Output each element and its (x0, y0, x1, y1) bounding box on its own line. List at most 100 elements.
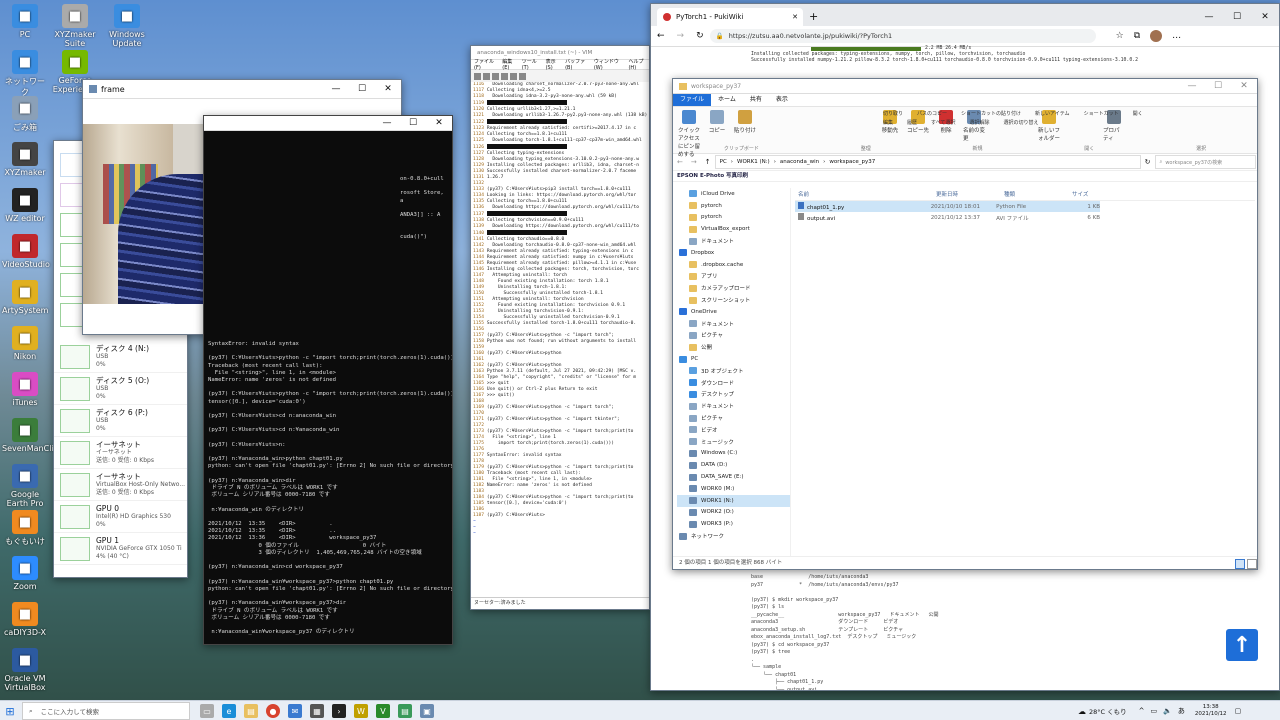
find-icon[interactable] (519, 72, 526, 80)
chrome-icon[interactable]: ● (266, 704, 280, 718)
frame-app-icon[interactable]: ▣ (420, 704, 434, 718)
performance-item[interactable]: ディスク 4 (N:) USB 0% (54, 341, 187, 373)
close-button[interactable]: ✕ (1231, 81, 1257, 91)
nav-item[interactable]: OneDrive (677, 306, 790, 318)
desktop-icon[interactable]: ■ XYZmaker (2, 142, 48, 177)
details-view-icon[interactable] (1235, 559, 1245, 569)
vim-menu-item[interactable]: 表示(S) (546, 58, 561, 71)
file-explorer-icon[interactable]: ▤ (244, 704, 258, 718)
performance-item[interactable]: GPU 0 Intel(R) HD Graphics 530 0% (54, 501, 187, 533)
refresh-icon[interactable]: ↻ (1145, 158, 1151, 166)
maximize-button[interactable]: ☐ (1205, 81, 1231, 91)
reload-icon[interactable]: ↻ (696, 31, 704, 41)
nav-item[interactable]: スクリーンショット (677, 294, 790, 306)
nav-item[interactable]: カメラアップロード (677, 282, 790, 294)
nav-item[interactable]: DATA_SAVE (E:) (677, 471, 790, 483)
frame-titlebar[interactable]: frame — ☐ ✕ (83, 80, 401, 99)
close-button[interactable]: ✕ (1251, 12, 1279, 22)
column-header[interactable]: サイズ (1069, 190, 1112, 198)
up-icon[interactable]: ↑ (705, 158, 711, 166)
nav-item[interactable]: ネットワーク (677, 530, 790, 542)
cmd-titlebar[interactable]: — ☐ ✕ (204, 116, 452, 131)
ribbon-small-button[interactable]: 開く (1133, 110, 1143, 117)
save-icon[interactable] (483, 72, 490, 80)
desktop-icon[interactable]: ■ ごみ箱 (2, 96, 48, 133)
open-icon[interactable] (474, 72, 481, 80)
nav-item[interactable]: ピクチャ (677, 330, 790, 342)
desktop-icon[interactable]: ■ Oracle VM VirtualBox (2, 648, 48, 692)
mail-icon[interactable]: ✉ (288, 704, 302, 718)
nav-item[interactable]: ピクチャ (677, 412, 790, 424)
favorites-icon[interactable]: ☆ (1116, 31, 1124, 41)
file-row[interactable]: output.avi 2021/10/12 13:37 AVI ファイル 6 KB (795, 212, 1100, 223)
volume-icon[interactable]: 🔈 (1163, 707, 1172, 715)
nav-item[interactable]: ビデオ (677, 424, 790, 436)
nav-item[interactable]: DATA (D:) (677, 459, 790, 471)
forward-icon[interactable]: → (691, 158, 697, 166)
maximize-button[interactable]: ☐ (400, 118, 426, 128)
close-button[interactable]: ✕ (426, 118, 452, 128)
tray-chevron-icon[interactable]: ^ (1139, 707, 1145, 715)
ribbon-tab[interactable]: 表示 (769, 94, 795, 106)
desktop-icon[interactable]: ■ WZ editor (2, 188, 48, 223)
minimize-button[interactable]: — (374, 118, 400, 128)
path-segment[interactable]: WORK1 (N:) (737, 159, 770, 165)
performance-item[interactable]: GPU 1 NVIDIA GeForce GTX 1050 Ti 4% (40 °C… (54, 533, 187, 565)
vim-menu-item[interactable]: バッファ(B) (565, 58, 590, 71)
vim-editor[interactable]: 1116 Downloading charset_normalizer-2.0.… (471, 82, 649, 599)
ribbon-tab[interactable]: ファイル (673, 94, 712, 106)
nav-item[interactable]: WORK0 (M:) (677, 483, 790, 495)
column-header[interactable]: 更新日時 (933, 190, 1001, 198)
ribbon-tab[interactable]: ホーム (711, 94, 743, 106)
cmd-output[interactable]: SyntaxError: invalid syntax (py37) C:¥Us… (204, 338, 452, 644)
menu-icon[interactable]: … (1172, 31, 1181, 41)
ribbon-small-button[interactable]: すべて選択 (931, 119, 955, 126)
vim-menu-item[interactable]: ウィンドウ(W) (594, 58, 625, 71)
vim-window[interactable]: anaconda_windows10_install.txt (~) - VIM… (470, 45, 650, 610)
nav-item[interactable]: iCloud Drive (677, 188, 790, 200)
clock[interactable]: 13:38 2021/10/12 (1195, 704, 1227, 718)
browser-tab[interactable]: PyTorch1 - PukiWiki ✕ (657, 8, 803, 26)
ribbon-tab[interactable]: 共有 (743, 94, 769, 106)
explorer-titlebar[interactable]: workspace_py37 — ☐ ✕ (673, 79, 1257, 94)
nav-item[interactable]: Windows (C:) (677, 448, 790, 460)
scroll-to-top-button[interactable]: ↑ (1226, 629, 1258, 661)
performance-item[interactable]: ディスク 5 (O:) USB 0% (54, 373, 187, 405)
desktop-icon[interactable]: ■ iTunes (2, 372, 48, 407)
cmd-output-top[interactable]: on-0.8.0+cull rosoft Store, a ANDA3]] :: … (400, 176, 450, 326)
ribbon-small-button[interactable]: 選択解除 (969, 119, 989, 126)
nav-item[interactable]: デスクトップ (677, 389, 790, 401)
maximize-button[interactable]: ☐ (1223, 12, 1251, 22)
minimize-button[interactable]: — (1179, 81, 1205, 91)
nav-item[interactable]: ミュージック (677, 436, 790, 448)
task-manager-icon[interactable]: ▤ (398, 704, 412, 718)
desktop-icon[interactable]: ■ SevenManClient (2, 418, 67, 453)
nav-item[interactable]: VirtualBox_export (677, 223, 790, 235)
windows-start-icon[interactable]: ⊞ (0, 705, 20, 718)
vim-menu-item[interactable]: ヘルプ(H) (628, 58, 649, 71)
vim-menu-item[interactable]: 編集(E) (502, 58, 517, 71)
nav-item[interactable]: PC (677, 353, 790, 365)
ime-indicator[interactable]: あ (1178, 706, 1185, 716)
desktop-icon[interactable]: ■ caDIY3D-X (2, 602, 48, 637)
redo-icon[interactable] (510, 72, 517, 80)
file-list[interactable]: 名前 更新日時 種類 サイズ chapt01_1.py 2021/10/10 18:01… (795, 188, 1255, 556)
nav-item[interactable]: pytorch (677, 212, 790, 224)
nav-item[interactable]: 公開 (677, 341, 790, 353)
nav-item[interactable]: pytorch (677, 200, 790, 212)
desktop-icon[interactable]: ■ Google Earth Pro (2, 464, 48, 508)
network-icon[interactable]: ▭ (1151, 707, 1158, 715)
ribbon-small-button[interactable]: 編集 (883, 119, 893, 126)
column-header[interactable]: 名前 (795, 190, 933, 198)
desktop-icon[interactable]: ■ Windows Update (104, 4, 150, 48)
desktop-icon[interactable]: ■ ネットワーク (2, 50, 48, 98)
large-icons-view-icon[interactable] (1247, 559, 1257, 569)
nav-item[interactable]: Dropbox (677, 247, 790, 259)
desktop-icon[interactable]: ■ Zoom (2, 556, 48, 591)
nav-item[interactable]: .dropbox.cache (677, 259, 790, 271)
column-header[interactable]: 種類 (1001, 190, 1069, 198)
profile-avatar[interactable] (1150, 30, 1163, 42)
back-icon[interactable]: ← (657, 31, 665, 41)
close-button[interactable]: ✕ (375, 84, 401, 94)
desktop-icon[interactable]: ■ ArtySystem (2, 280, 48, 315)
